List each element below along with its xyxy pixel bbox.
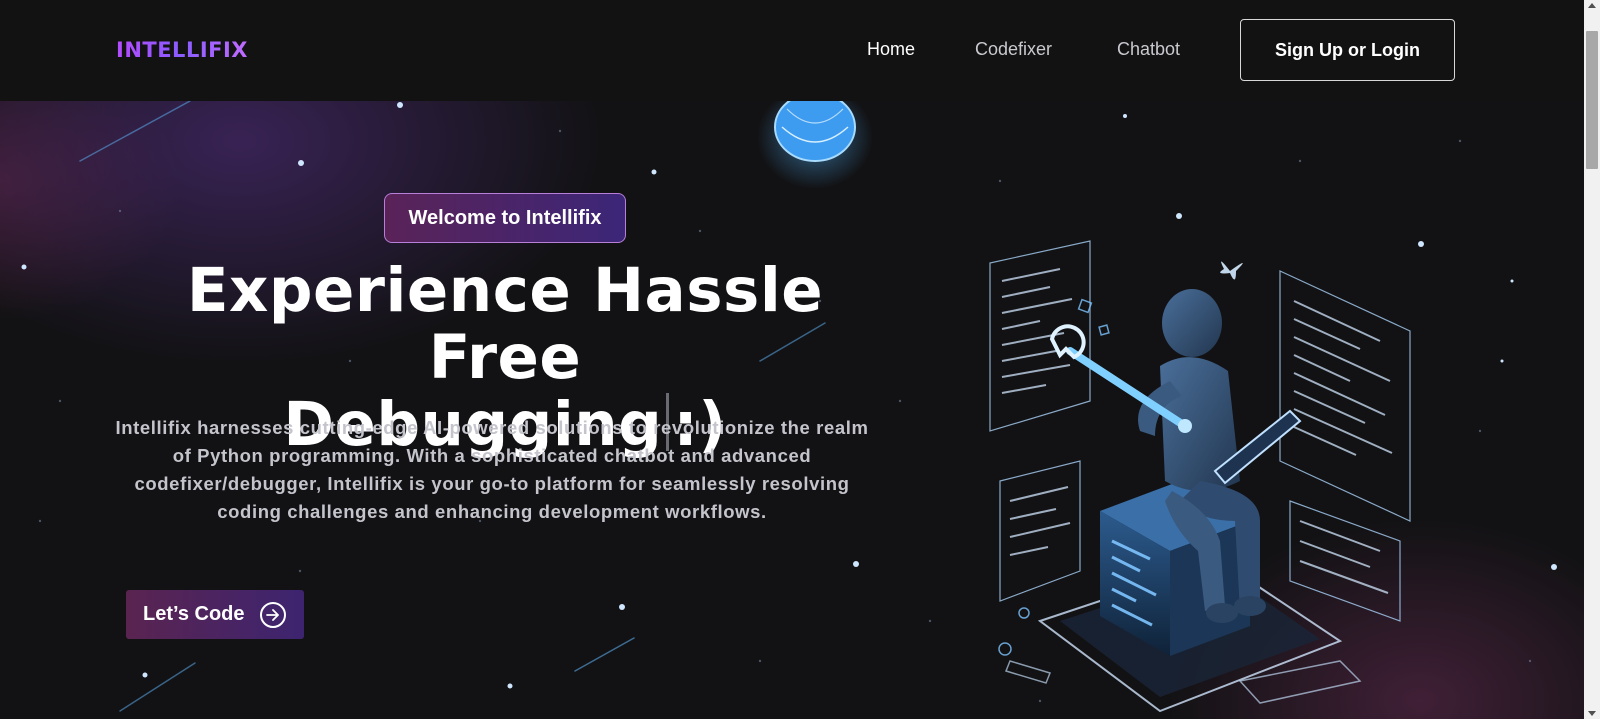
glowing-orb-icon xyxy=(757,101,873,189)
scroll-thumb[interactable] xyxy=(1586,31,1598,169)
hero-section: Welcome to Intellifix Experience Hassle … xyxy=(0,101,1584,719)
scroll-up-arrow-icon[interactable] xyxy=(1588,3,1596,8)
nav-chatbot-link[interactable]: Chatbot xyxy=(1117,39,1180,60)
signup-login-button[interactable]: Sign Up or Login xyxy=(1240,19,1455,81)
intellifix-logo[interactable]: INTELLIFIX xyxy=(116,38,248,62)
top-navbar: INTELLIFIX Home Codefixer Chatbot Sign U… xyxy=(0,0,1584,101)
lets-code-button[interactable]: Let’s Code xyxy=(126,590,304,639)
page-scrollbar[interactable] xyxy=(1584,0,1600,719)
scroll-down-arrow-icon[interactable] xyxy=(1588,711,1596,716)
robot-coder-illustration xyxy=(989,240,1411,713)
arrow-right-circle-icon xyxy=(260,602,286,628)
nav-home-link[interactable]: Home xyxy=(867,39,915,60)
welcome-badge: Welcome to Intellifix xyxy=(384,193,626,243)
headline-line-1: Experience Hassle Free xyxy=(186,255,824,393)
hero-description: Intellifix harnesses cutting-edge AI-pow… xyxy=(115,417,869,522)
lets-code-label: Let’s Code xyxy=(143,603,245,625)
nav-codefixer-link[interactable]: Codefixer xyxy=(975,39,1052,60)
